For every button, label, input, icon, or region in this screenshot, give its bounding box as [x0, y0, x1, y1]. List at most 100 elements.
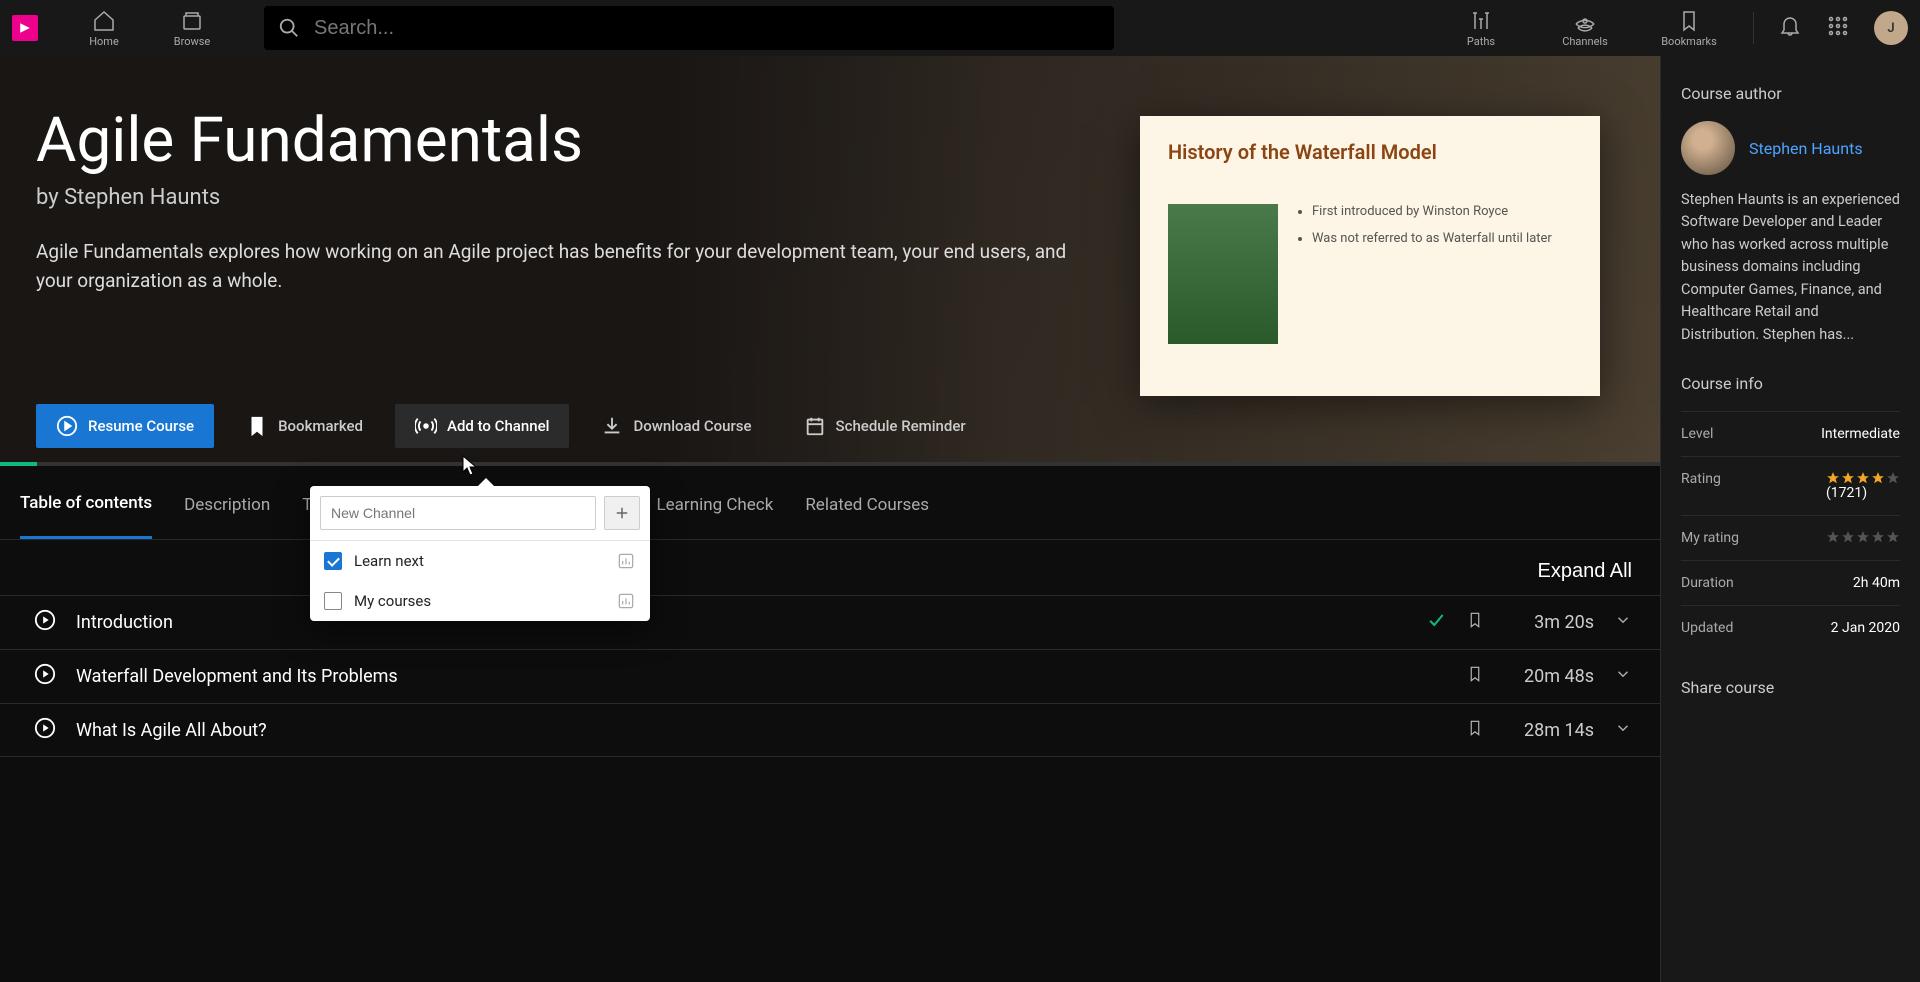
bookmark-toggle[interactable]	[1466, 717, 1484, 744]
my-rating-stars[interactable]	[1826, 530, 1900, 546]
star-empty-icon[interactable]	[1886, 530, 1900, 544]
main-content: History of the Waterfall Model First int…	[0, 56, 1660, 982]
chevron-down-icon[interactable]	[1614, 611, 1632, 634]
info-myrating-label: My rating	[1681, 530, 1739, 546]
nav-channels-label: Channels	[1562, 35, 1608, 48]
info-rating-label: Rating	[1681, 471, 1721, 501]
channel-analytics-icon[interactable]	[616, 591, 636, 611]
share-heading: Share course	[1681, 678, 1900, 697]
tab-related-courses[interactable]: Related Courses	[805, 470, 929, 539]
nav-bookmarks[interactable]: Bookmarks	[1649, 9, 1729, 48]
search-icon	[278, 17, 300, 39]
toc-duration: 28m 14s	[1504, 720, 1594, 741]
bookmark-toggle[interactable]	[1466, 609, 1484, 636]
channel-option-learn-next[interactable]: Learn next	[310, 541, 650, 581]
schedule-reminder-button[interactable]: Schedule Reminder	[784, 404, 986, 448]
toc-duration: 3m 20s	[1504, 612, 1594, 633]
tab-learning-check[interactable]: Learning Check	[657, 470, 774, 539]
search-field[interactable]	[264, 6, 1114, 50]
play-icon	[34, 609, 56, 636]
toc-title: Introduction	[76, 612, 1406, 633]
nav-paths[interactable]: Paths	[1441, 9, 1521, 48]
info-level-label: Level	[1681, 426, 1713, 442]
play-icon	[34, 717, 56, 744]
bell-icon	[1778, 14, 1802, 38]
course-sidebar: Course author Stephen Haunts Stephen Hau…	[1660, 56, 1920, 982]
slide-thumbnail	[1168, 204, 1278, 344]
channel-option-label: Learn next	[354, 552, 424, 570]
star-empty-icon[interactable]	[1841, 530, 1855, 544]
slide-bullet: First introduced by Winston Royce	[1312, 204, 1552, 219]
slide-title: History of the Waterfall Model	[1168, 140, 1572, 164]
toc-title: What Is Agile All About?	[76, 720, 1446, 741]
nav-home[interactable]: Home	[64, 9, 144, 48]
tab-description[interactable]: Description	[184, 470, 270, 539]
chevron-down-icon[interactable]	[1614, 665, 1632, 688]
nav-home-label: Home	[89, 35, 119, 48]
checkbox-unchecked-icon[interactable]	[324, 592, 342, 610]
checkbox-checked-icon[interactable]	[324, 552, 342, 570]
download-course-button[interactable]: Download Course	[581, 404, 771, 448]
resume-course-button[interactable]: Resume Course	[36, 404, 214, 448]
notifications-button[interactable]	[1778, 14, 1802, 42]
broadcast-icon	[415, 415, 437, 437]
toc-row-introduction[interactable]: Introduction 3m 20s	[0, 595, 1660, 649]
completed-check-icon	[1426, 610, 1446, 635]
author-heading: Course author	[1681, 84, 1900, 103]
info-updated-value: 2 Jan 2020	[1831, 620, 1900, 636]
channel-option-label: My courses	[354, 592, 431, 610]
add-to-channel-button[interactable]: Add to Channel	[395, 404, 569, 448]
apps-grid-icon	[1826, 14, 1850, 38]
tab-table-of-contents[interactable]: Table of contents	[20, 470, 152, 539]
download-label: Download Course	[633, 417, 751, 435]
channel-option-my-courses[interactable]: My courses	[310, 581, 650, 621]
apps-button[interactable]	[1826, 14, 1850, 42]
star-empty-icon[interactable]	[1856, 530, 1870, 544]
nav-bookmarks-label: Bookmarks	[1661, 35, 1717, 48]
toc-row-what-is-agile[interactable]: What Is Agile All About? 28m 14s	[0, 703, 1660, 757]
add-channel-label: Add to Channel	[447, 417, 549, 435]
info-duration-value: 2h 40m	[1853, 575, 1900, 591]
bookmarked-label: Bookmarked	[278, 417, 363, 435]
new-channel-input[interactable]	[320, 496, 596, 530]
nav-browse[interactable]: Browse	[152, 9, 232, 48]
info-level-value: Intermediate	[1821, 426, 1900, 442]
star-filled-icon	[1871, 471, 1885, 485]
nav-divider	[1753, 12, 1754, 44]
bookmark-toggle[interactable]	[1466, 663, 1484, 690]
chevron-down-icon[interactable]	[1614, 719, 1632, 742]
toc-title: Waterfall Development and Its Problems	[76, 666, 1446, 687]
course-progress-fill	[0, 462, 37, 466]
preview-slide: History of the Waterfall Model First int…	[1140, 116, 1600, 396]
star-filled-icon	[1856, 471, 1870, 485]
nav-channels[interactable]: Channels	[1545, 9, 1625, 48]
plus-icon	[613, 504, 631, 522]
slide-bullet: Was not referred to as Waterfall until l…	[1312, 231, 1552, 246]
nav-browse-label: Browse	[174, 35, 211, 48]
star-filled-icon	[1826, 471, 1840, 485]
info-heading: Course info	[1681, 374, 1900, 393]
brand-logo[interactable]	[12, 15, 38, 41]
calendar-icon	[804, 415, 826, 437]
info-updated-label: Updated	[1681, 620, 1733, 636]
channel-popup: Learn next My courses	[310, 486, 650, 621]
author-link[interactable]: Stephen Haunts	[1749, 139, 1863, 158]
star-empty-icon[interactable]	[1871, 530, 1885, 544]
content-tabs: Table of contents Description Transcript…	[0, 470, 1660, 540]
star-empty-icon[interactable]	[1826, 530, 1840, 544]
channel-analytics-icon[interactable]	[616, 551, 636, 571]
search-input[interactable]	[314, 17, 1100, 40]
resume-label: Resume Course	[88, 417, 194, 435]
schedule-label: Schedule Reminder	[836, 417, 966, 435]
play-circle-icon	[56, 415, 78, 437]
course-progress-bar	[0, 462, 1660, 466]
home-icon	[92, 9, 116, 33]
bookmarked-button[interactable]: Bookmarked	[226, 404, 383, 448]
download-icon	[601, 415, 623, 437]
star-filled-icon	[1841, 471, 1855, 485]
toc-row-waterfall[interactable]: Waterfall Development and Its Problems 2…	[0, 649, 1660, 703]
course-description: Agile Fundamentals explores how working …	[36, 238, 1086, 295]
expand-all-button[interactable]: Expand All	[1537, 560, 1632, 583]
user-avatar[interactable]: J	[1874, 11, 1908, 45]
create-channel-button[interactable]	[604, 496, 640, 530]
